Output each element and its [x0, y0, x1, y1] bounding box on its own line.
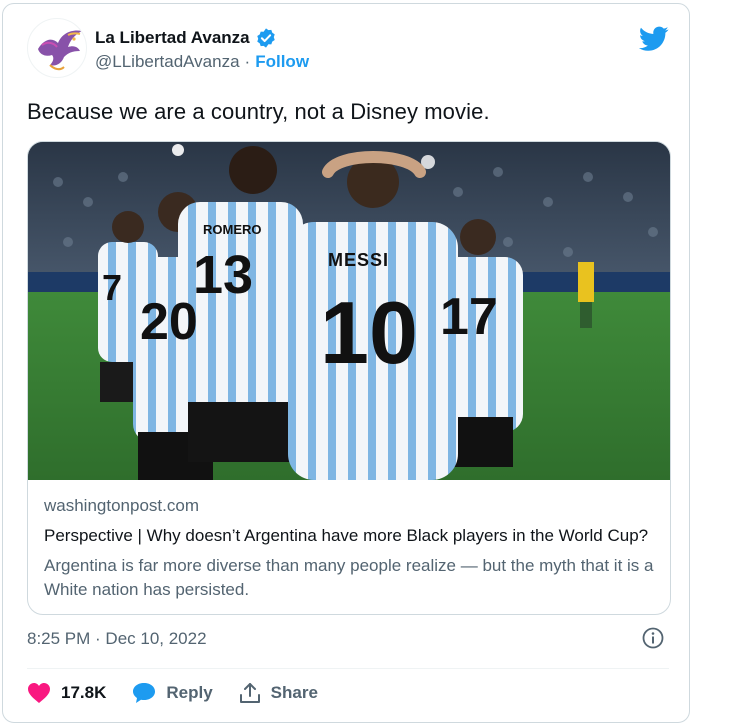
- share-upload-icon: [239, 683, 260, 703]
- tweet-timestamp[interactable]: 8:25 PM · Dec 10, 2022: [27, 629, 207, 648]
- share-button[interactable]: Share: [239, 682, 318, 704]
- info-icon[interactable]: [641, 626, 665, 650]
- like-count: 17.8K: [61, 683, 107, 702]
- verified-badge-icon: [256, 28, 275, 48]
- share-label: Share: [270, 683, 318, 702]
- reply-button[interactable]: Reply: [132, 682, 213, 704]
- jersey-name-romero: ROMERO: [203, 222, 262, 237]
- jersey-name-messi: MESSI: [328, 250, 390, 270]
- user-block: La Libertad Avanza @LLibertadAvanza · Fo…: [95, 26, 309, 72]
- avatar[interactable]: [27, 18, 87, 78]
- tweet-header: La Libertad Avanza @LLibertadAvanza · Fo…: [27, 18, 669, 82]
- reply-label: Reply: [166, 683, 213, 702]
- eagle-logo-icon: [38, 30, 82, 71]
- card-description: Argentina is far more diverse than many …: [44, 556, 654, 599]
- speech-bubble-icon: [133, 683, 156, 703]
- tweet-card: La Libertad Avanza @LLibertadAvanza · Fo…: [2, 3, 690, 723]
- actions-divider: [27, 668, 669, 669]
- actions-row: 17.8K Reply Share: [27, 678, 344, 708]
- display-name[interactable]: La Libertad Avanza: [95, 28, 250, 48]
- tweet-text: Because we are a country, not a Disney m…: [27, 99, 490, 124]
- jersey-number-13: 13: [193, 245, 254, 305]
- link-preview-card[interactable]: ROMERO MESSI 13 10 20 7 17 washingtonpos…: [27, 141, 671, 615]
- card-title: Perspective | Why doesn’t Argentina have…: [44, 526, 649, 545]
- handle[interactable]: @LLibertadAvanza: [95, 52, 240, 72]
- like-button[interactable]: 17.8K: [27, 682, 106, 704]
- follow-button[interactable]: Follow: [255, 52, 309, 72]
- jersey-number-7: 7: [102, 267, 123, 308]
- timestamp-row: 8:25 PM · Dec 10, 2022: [27, 626, 669, 656]
- jersey-number-10: 10: [320, 283, 418, 382]
- handle-separator: ·: [244, 52, 251, 71]
- card-domain: washingtonpost.com: [44, 496, 199, 515]
- card-image[interactable]: ROMERO MESSI 13 10 20 7 17: [28, 142, 670, 480]
- twitter-bird-icon[interactable]: [639, 26, 669, 52]
- jersey-number-20: 20: [140, 293, 198, 351]
- heart-icon: [28, 683, 50, 703]
- jersey-number-17: 17: [440, 288, 498, 346]
- card-meta: washingtonpost.com Perspective | Why doe…: [44, 496, 656, 602]
